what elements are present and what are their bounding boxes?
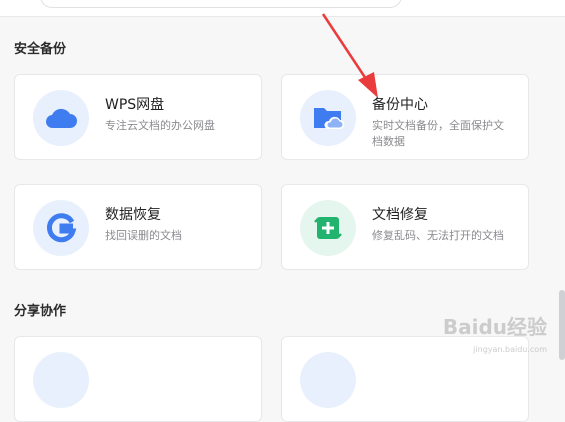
watermark-logo: Baidu经验 <box>442 315 547 339</box>
annotation-arrow <box>321 13 378 98</box>
share-app-icon <box>300 352 356 408</box>
share-app-icon <box>33 352 89 408</box>
scrollbar[interactable] <box>559 290 565 360</box>
watermark-url: jingyan.baidu.com <box>473 345 547 354</box>
